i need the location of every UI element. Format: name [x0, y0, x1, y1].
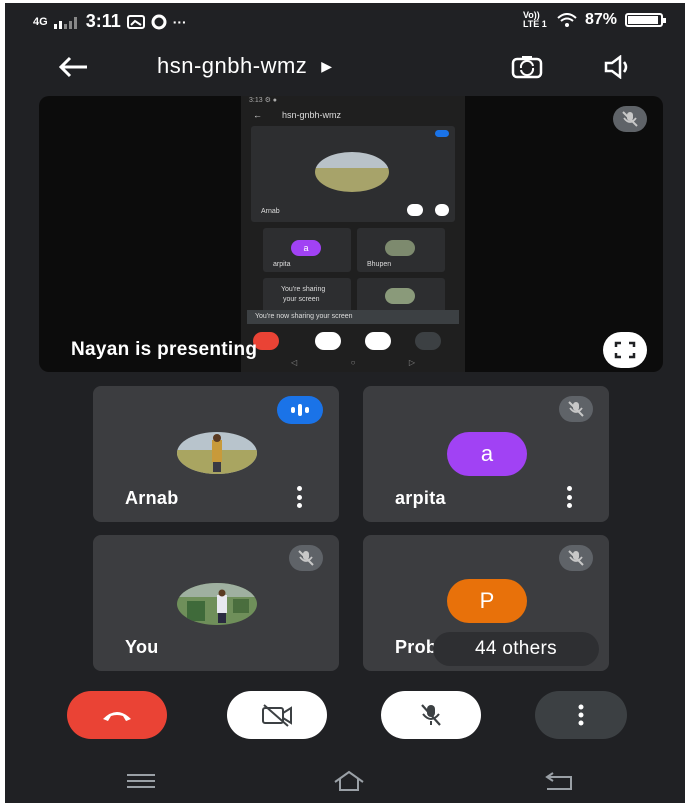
muted-badge [559, 396, 593, 422]
speaker-button[interactable] [597, 51, 637, 83]
clock: 3:11 [85, 11, 121, 31]
muted-badge [559, 545, 593, 571]
mic-toggle-button[interactable] [381, 691, 481, 739]
presenter-muted-badge [613, 106, 647, 132]
shared-bhupen-name: Bhupen [367, 261, 392, 268]
participant-name: Arnab [125, 488, 179, 508]
more-vert-icon [578, 704, 584, 726]
meet-screen: 4G 3:11 ··· Vo)) LTE 1 87% hsn-gnbh-wmz … [5, 3, 685, 803]
muted-badge [289, 545, 323, 571]
network-type: 4G [33, 15, 48, 28]
switch-camera-button[interactable] [505, 51, 549, 83]
gallery-icon [126, 14, 145, 29]
you-avatar [177, 583, 257, 625]
mic-off-icon [568, 550, 584, 566]
shared-back-icon: ← [253, 110, 262, 120]
participant-tile-arpita[interactable]: a arpita [363, 386, 609, 522]
arpita-avatar: a [447, 432, 527, 476]
shared-main-name: Arnab [261, 208, 280, 215]
shared-bhupen-avatar [385, 240, 415, 256]
battery-percent: 87% [584, 11, 617, 28]
camera-off-icon [262, 704, 292, 727]
shared-screen-preview: 3:13 ⚙ ● ← hsn-gnbh-wmz Arnab a arpita B… [241, 96, 465, 372]
battery-icon [625, 13, 666, 27]
home-nav-button[interactable] [329, 767, 369, 795]
shared-tile-arpita: a arpita [263, 228, 351, 272]
back-nav-button[interactable] [539, 767, 579, 795]
shared-tile-bhupen: Bhupen [357, 228, 445, 272]
shared-home-icon: ○ [350, 358, 356, 367]
wifi-icon [557, 13, 577, 27]
caret-right-icon: ▶ [321, 57, 333, 74]
status-bar: 4G 3:11 ··· Vo)) LTE 1 87% [5, 3, 685, 39]
shared-recents-icon: ◁ [291, 358, 298, 367]
more-options-button[interactable] [565, 486, 573, 508]
shared-status-bar: 3:13 ⚙ ● [249, 97, 278, 104]
mic-off-icon [421, 704, 441, 726]
notification-icon [151, 14, 167, 29]
participant-tile-arnab[interactable]: Arnab [93, 386, 339, 522]
meeting-title[interactable]: hsn-gnbh-wmz ▶ [157, 53, 333, 79]
shared-camera-icon [315, 332, 341, 350]
meeting-code: hsn-gnbh-wmz [157, 53, 308, 78]
shared-meeting-code: hsn-gnbh-wmz [282, 110, 342, 120]
speaking-indicator-icon [277, 396, 323, 424]
shared-more-icon [415, 332, 441, 350]
mic-off-icon [298, 550, 314, 566]
switch-camera-icon [511, 56, 543, 79]
others-chip[interactable]: 44 others [433, 632, 599, 666]
signal-icon [53, 16, 77, 29]
participant-name: Prob [395, 637, 438, 657]
more-notifications-icon: ··· [172, 13, 187, 30]
participant-tile-you[interactable]: You [93, 535, 339, 671]
back-arrow-icon [58, 56, 87, 78]
shared-sharing-line2: your screen [283, 296, 320, 303]
more-options-button[interactable] [535, 691, 627, 739]
back-nav-icon [545, 772, 572, 790]
end-call-button[interactable] [67, 691, 167, 739]
speaker-icon [604, 55, 628, 79]
arnab-avatar [177, 432, 257, 474]
mic-off-icon [622, 111, 638, 127]
camera-toggle-button[interactable] [227, 691, 327, 739]
presenting-label: Nayan is presenting [71, 339, 258, 360]
mic-off-icon [568, 401, 584, 417]
back-button[interactable] [53, 51, 93, 83]
shared-back-nav-icon: ▷ [408, 358, 415, 367]
shared-app-bar: ← hsn-gnbh-wmz [241, 106, 465, 124]
presentation-panel[interactable]: 3:13 ⚙ ● ← hsn-gnbh-wmz Arnab a arpita B… [39, 96, 663, 372]
fullscreen-button[interactable] [603, 332, 647, 368]
prob-avatar: P [447, 579, 527, 623]
app-bar: hsn-gnbh-wmz ▶ [5, 43, 685, 91]
menu-icon [127, 774, 155, 788]
participant-name: arpita [395, 488, 446, 508]
shared-main-tile: Arnab [251, 126, 455, 222]
shared-mic-off-icon [365, 332, 391, 350]
shared-mic-icon [407, 204, 423, 216]
end-call-icon [103, 712, 131, 721]
shared-fullscreen-icon [435, 204, 449, 216]
menu-nav-button[interactable] [121, 767, 161, 795]
home-icon [334, 770, 364, 791]
shared-speaking-icon [435, 130, 449, 137]
shared-arpita-name: arpita [273, 261, 291, 268]
shared-main-avatar [315, 152, 389, 192]
shared-sharing-line1: You're sharing [281, 286, 326, 293]
shared-arpita-avatar: a [291, 240, 321, 256]
more-options-button[interactable] [295, 486, 303, 508]
lte-indicator: Vo)) LTE 1 [522, 10, 547, 29]
shared-toast: You're now sharing your screen [247, 310, 459, 324]
fullscreen-icon [614, 341, 636, 359]
shared-nav-bar: ◁ ○ ▷ [291, 358, 415, 368]
shared-photo-avatar [385, 288, 415, 304]
participant-name: You [125, 637, 159, 657]
system-nav-bar [5, 759, 685, 803]
